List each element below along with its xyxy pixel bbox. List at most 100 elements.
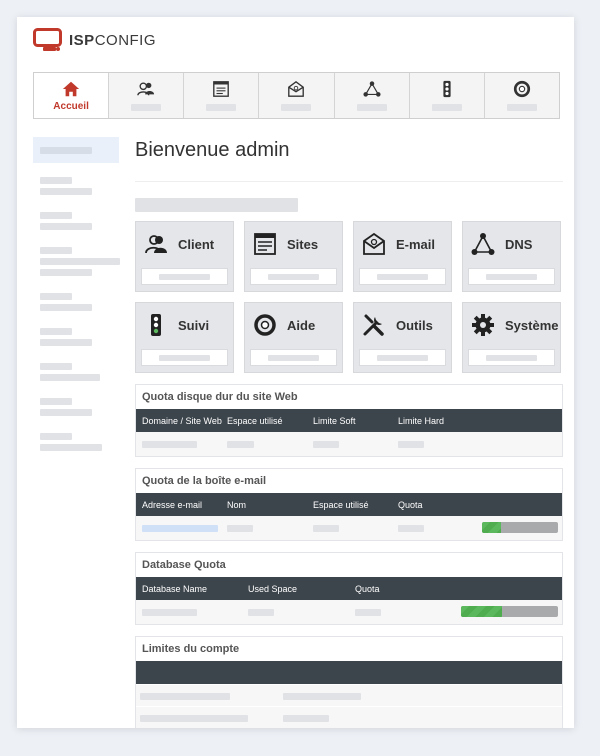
column-header[interactable]: Adresse e-mail	[142, 500, 202, 510]
email-link-placeholder[interactable]	[142, 525, 218, 532]
sidebar-sublabel-placeholder	[40, 304, 92, 311]
tile-button[interactable]	[141, 349, 228, 366]
main-content: Bienvenue admin Client Sites E-mail DNS …	[135, 135, 563, 728]
button-label-placeholder	[268, 354, 319, 361]
sidebar-sublabel-placeholder	[40, 188, 92, 195]
table-row[interactable]	[136, 516, 562, 540]
brand-bold: ISP	[69, 31, 95, 49]
tile-label: E-mail	[396, 236, 436, 252]
sidebar-sublabel-placeholder	[40, 269, 92, 276]
sidebar-item[interactable]	[33, 384, 121, 419]
tile-client[interactable]: Client	[135, 221, 234, 292]
logo[interactable]: ISPCONFIG	[33, 28, 156, 52]
tile-email[interactable]: E-mail	[353, 221, 452, 292]
column-header[interactable]: Limite Soft	[313, 416, 356, 426]
cell-placeholder	[227, 441, 254, 448]
sidebar-item[interactable]	[33, 314, 121, 349]
sidebar-sublabel-placeholder	[40, 223, 92, 230]
table-row[interactable]	[136, 600, 562, 624]
cell-placeholder	[142, 609, 197, 616]
sidebar-item[interactable]	[33, 279, 121, 314]
tile-label: Système	[505, 317, 559, 333]
mail-quota-panel: Quota de la boîte e-mail Adresse e-mail …	[135, 468, 563, 541]
tile-button[interactable]	[468, 268, 555, 285]
tile-button[interactable]	[359, 349, 446, 366]
column-header[interactable]: Quota	[355, 584, 380, 594]
column-header[interactable]: Nom	[227, 500, 246, 510]
sidebar-label-placeholder	[40, 293, 72, 300]
table-header: Database Name Used Space Quota	[136, 577, 562, 600]
button-label-placeholder	[268, 273, 319, 280]
cell-placeholder	[227, 525, 253, 532]
quota-progress-bar	[482, 522, 558, 533]
sidebar-sublabel-placeholder	[40, 374, 100, 381]
sidebar-item[interactable]	[33, 233, 121, 279]
cell-placeholder	[355, 609, 381, 616]
tab-accueil[interactable]: Accueil	[34, 73, 110, 118]
tile-button[interactable]	[359, 268, 446, 285]
cell-placeholder	[313, 441, 339, 448]
email-icon	[288, 80, 305, 97]
cell-placeholder	[398, 525, 424, 532]
column-header[interactable]: Database Name	[142, 584, 207, 594]
panel-title: Limites du compte	[142, 643, 240, 655]
column-header[interactable]: Limite Hard	[398, 416, 444, 426]
tools-icon	[363, 314, 384, 336]
module-tiles: Client Sites E-mail DNS Suivi Aide Outil…	[135, 221, 563, 373]
dns-icon	[471, 233, 495, 255]
cell-placeholder	[313, 525, 339, 532]
tile-sites[interactable]: Sites	[244, 221, 343, 292]
tab-help[interactable]	[485, 73, 559, 118]
home-icon	[62, 81, 80, 96]
tile-label: Sites	[287, 236, 319, 252]
tab-dns[interactable]	[335, 73, 410, 118]
brand-name: ISPCONFIG	[69, 32, 156, 49]
page-title: Bienvenue admin	[135, 139, 290, 161]
tile-button[interactable]	[141, 268, 228, 285]
tab-client[interactable]	[109, 73, 185, 118]
table-row	[136, 684, 562, 706]
sidebar-label-placeholder	[40, 328, 72, 335]
table-row[interactable]	[136, 432, 562, 456]
sidebar-item[interactable]	[33, 163, 121, 198]
column-header[interactable]: Espace utilisé	[227, 416, 283, 426]
tile-button[interactable]	[250, 268, 337, 285]
client-icon	[137, 82, 155, 96]
tile-label: Aide	[287, 317, 316, 333]
column-header[interactable]: Domaine / Site Web	[142, 416, 222, 426]
button-label-placeholder	[159, 273, 210, 280]
column-header[interactable]: Quota	[398, 500, 423, 510]
tile-button[interactable]	[250, 349, 337, 366]
sidebar-sublabel-placeholder	[40, 258, 120, 265]
tile-dns[interactable]: DNS	[462, 221, 561, 292]
sidebar-item-active[interactable]	[33, 137, 119, 163]
sidebar-item[interactable]	[33, 419, 121, 454]
tab-label-placeholder	[206, 104, 237, 111]
tile-label: Outils	[396, 317, 433, 333]
sidebar-item[interactable]	[33, 349, 121, 384]
cell-placeholder	[140, 715, 248, 722]
tile-outils[interactable]: Outils	[353, 302, 452, 373]
sidebar-label-placeholder	[40, 398, 72, 405]
tab-monitor[interactable]	[410, 73, 485, 118]
column-header[interactable]: Espace utilisé	[313, 500, 369, 510]
tile-aide[interactable]: Aide	[244, 302, 343, 373]
table-row	[136, 706, 562, 728]
tab-label-placeholder	[506, 104, 537, 111]
tab-sites[interactable]	[184, 73, 260, 118]
tile-suivi[interactable]: Suivi	[135, 302, 234, 373]
tile-button[interactable]	[468, 349, 555, 366]
sidebar-label-placeholder	[40, 363, 72, 370]
sidebar-item[interactable]	[33, 198, 121, 233]
dashboard-card: ISPCONFIG Accueil Bienvenue admin Client…	[17, 17, 574, 728]
quota-progress-fill	[482, 522, 501, 533]
column-header[interactable]: Used Space	[248, 584, 297, 594]
sidebar-label-placeholder	[40, 212, 72, 219]
tile-systeme[interactable]: Système	[462, 302, 561, 373]
sidebar	[33, 137, 121, 454]
panel-title: Quota disque dur du site Web	[142, 391, 298, 403]
sidebar-label-placeholder	[40, 247, 72, 254]
button-label-placeholder	[486, 354, 537, 361]
tile-label: Suivi	[178, 317, 210, 333]
tab-email[interactable]	[259, 73, 335, 118]
